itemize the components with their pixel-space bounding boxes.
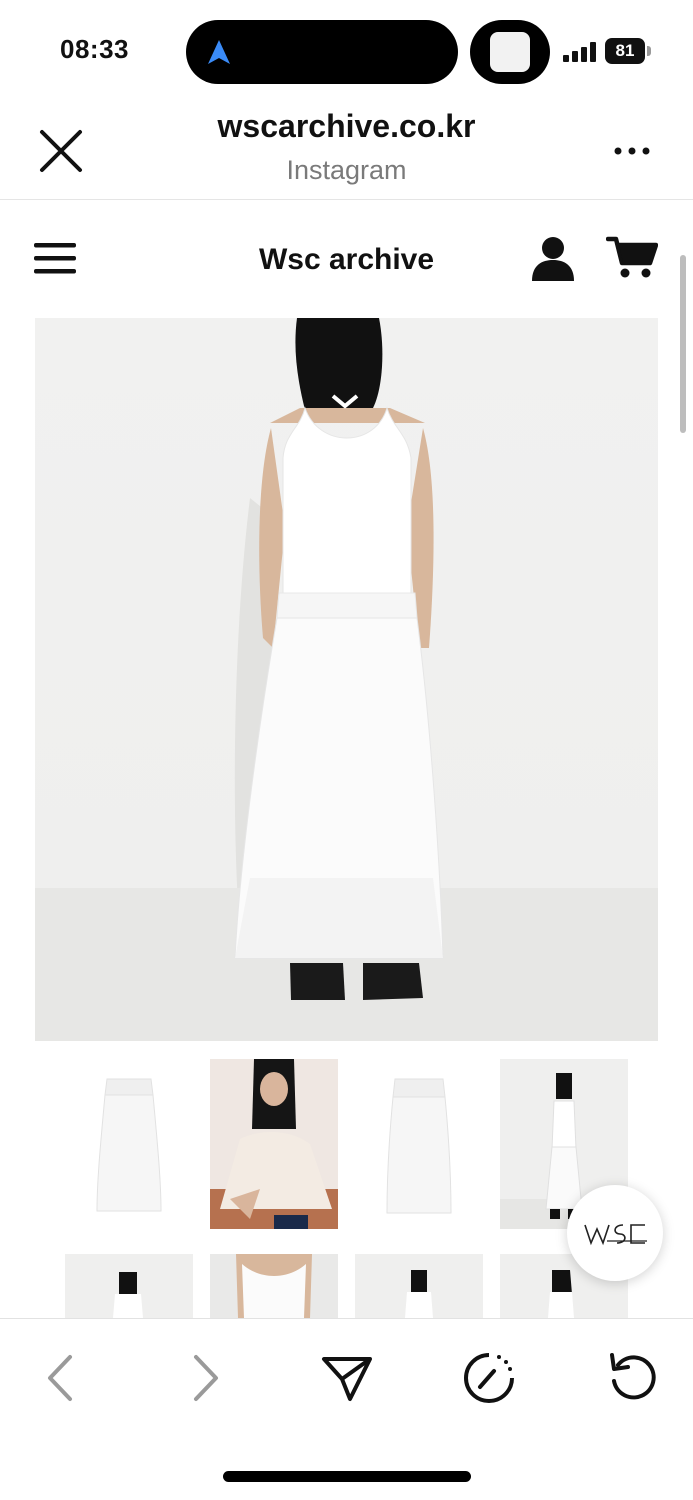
site-brand-title[interactable]: Wsc archive <box>0 243 693 277</box>
in-app-browser-header: wscarchive.co.kr Instagram <box>0 100 693 200</box>
battery-icon: 81 <box>605 38 651 64</box>
source-app-label: Instagram <box>286 155 407 185</box>
signal-icon <box>563 42 596 62</box>
page-domain: wscarchive.co.kr <box>217 108 476 144</box>
product-thumbnail[interactable] <box>65 1059 193 1229</box>
cart-icon[interactable] <box>606 235 658 279</box>
model-back-view-image <box>35 318 658 1041</box>
product-main-image[interactable] <box>35 318 658 1041</box>
loading-icon[interactable] <box>462 1351 516 1405</box>
status-time: 08:33 <box>60 34 129 64</box>
product-thumbnail[interactable] <box>355 1254 483 1318</box>
dynamic-island <box>186 20 458 84</box>
share-icon[interactable] <box>320 1351 374 1405</box>
floating-wsc-logo-button[interactable] <box>567 1185 663 1281</box>
product-thumbnail[interactable] <box>210 1059 338 1229</box>
site-header: Wsc archive <box>0 201 693 317</box>
forward-icon[interactable] <box>178 1351 232 1405</box>
product-thumbnail[interactable] <box>65 1254 193 1318</box>
live-activity-thumbnail <box>490 32 530 72</box>
product-thumbnail[interactable] <box>210 1254 338 1318</box>
refresh-icon[interactable] <box>606 1351 660 1405</box>
account-icon[interactable] <box>530 235 576 281</box>
more-icon[interactable] <box>612 144 652 158</box>
back-icon[interactable] <box>34 1351 88 1405</box>
live-activity <box>470 20 550 84</box>
product-thumbnail[interactable] <box>355 1059 483 1229</box>
location-arrow-icon <box>208 40 230 64</box>
battery-level: 81 <box>605 38 645 64</box>
home-indicator[interactable] <box>223 1471 471 1482</box>
page-scrollbar[interactable] <box>680 255 686 433</box>
status-bar: 08:33 81 <box>0 0 693 100</box>
wsc-logo-icon <box>584 1224 647 1246</box>
